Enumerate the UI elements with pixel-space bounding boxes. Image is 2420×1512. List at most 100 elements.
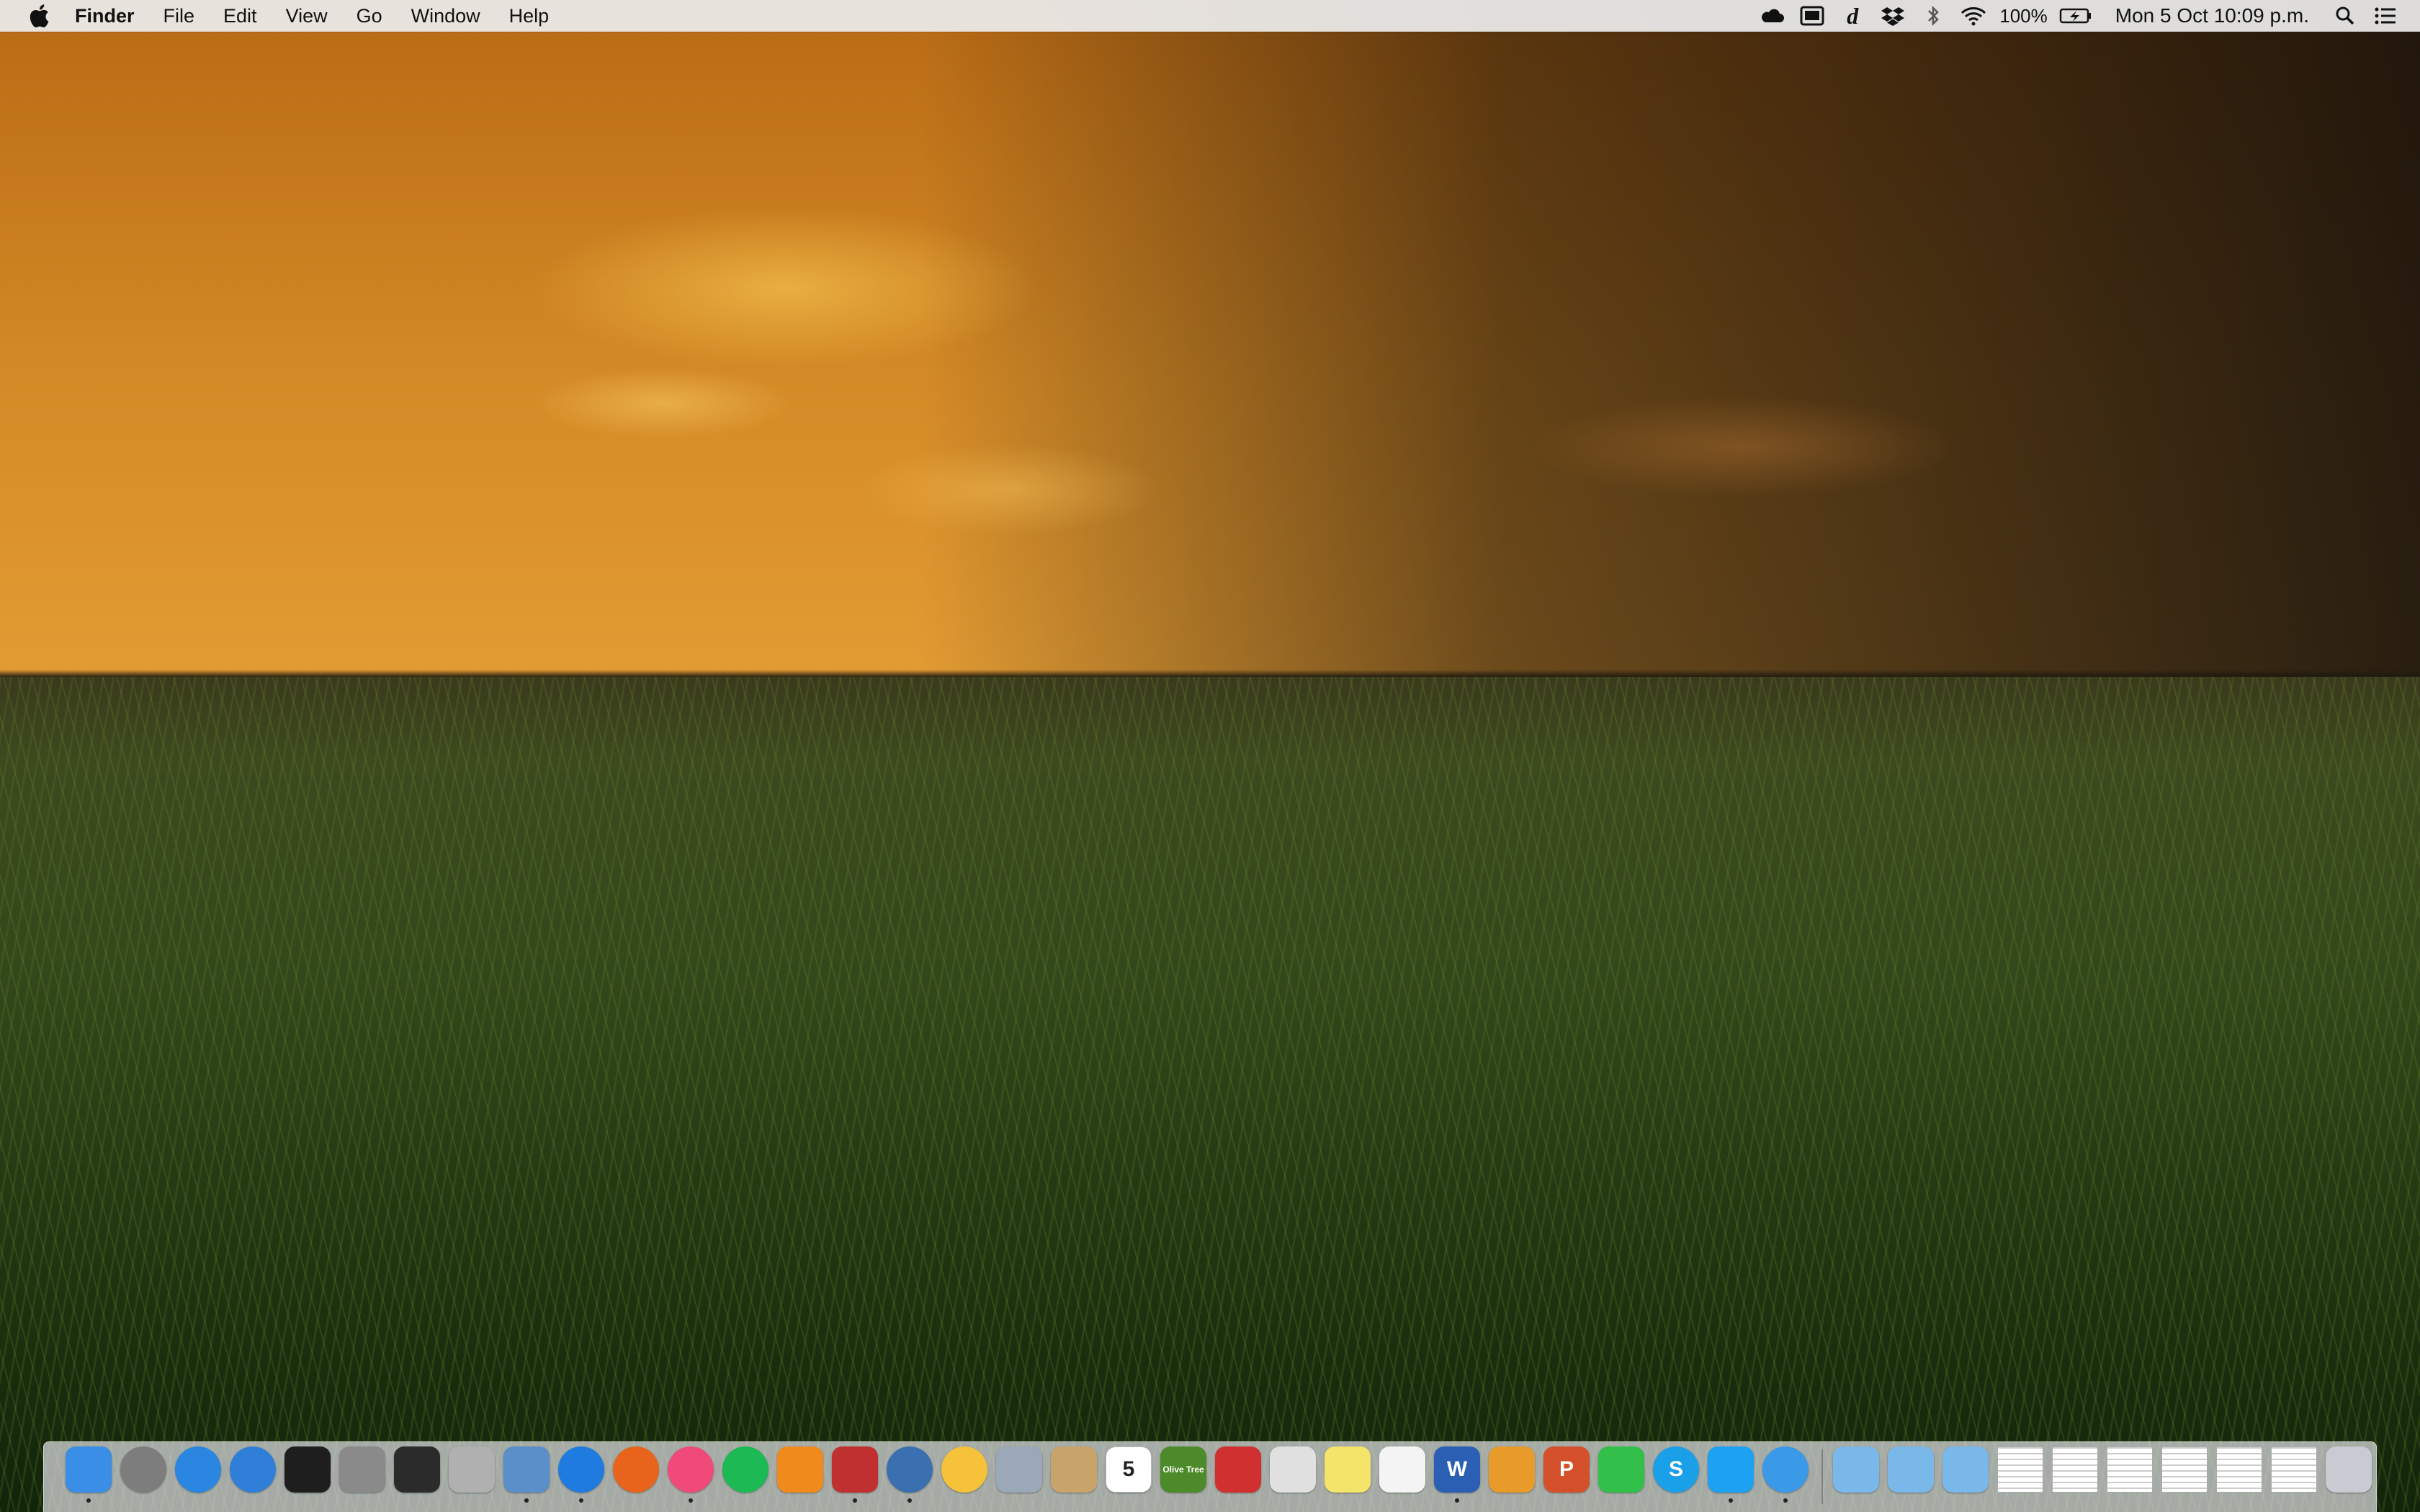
system-preferences-icon xyxy=(120,1446,166,1493)
battery-charging-icon[interactable] xyxy=(2059,0,2092,32)
running-indicator xyxy=(1783,1498,1788,1503)
battery-percent[interactable]: 100% xyxy=(1999,5,2048,27)
dictionary-icon[interactable]: d xyxy=(1838,0,1867,32)
calendar-icon: 5 xyxy=(1106,1446,1152,1493)
powerpoint-icon: P xyxy=(1543,1446,1590,1493)
messages-facetime-dock-item[interactable] xyxy=(1598,1446,1644,1508)
running-indicator xyxy=(689,1498,693,1503)
twitter-dock-item[interactable] xyxy=(1708,1446,1754,1508)
safari-dock-item[interactable] xyxy=(558,1446,604,1508)
screen-mirroring-icon[interactable] xyxy=(1798,0,1827,32)
script-editor-dock-item[interactable] xyxy=(832,1446,878,1508)
dock-item-label: Olive Tree xyxy=(1162,1464,1204,1475)
quicktime-icon xyxy=(887,1446,933,1493)
menu-edit[interactable]: Edit xyxy=(223,5,257,27)
preview-icon xyxy=(503,1446,550,1493)
spotify-dock-item[interactable] xyxy=(722,1446,768,1508)
downloads-folder-dock-item[interactable] xyxy=(1942,1446,1989,1508)
wifi-icon[interactable] xyxy=(1959,0,1988,32)
running-indicator xyxy=(1455,1498,1459,1503)
firefox-icon xyxy=(613,1446,659,1493)
spotlight-search-icon[interactable] xyxy=(2331,0,2360,32)
contacts-dock-item[interactable] xyxy=(1051,1446,1097,1508)
parallels-icon xyxy=(1215,1446,1261,1493)
calendar-dock-item[interactable]: 5 xyxy=(1106,1446,1152,1508)
olive-tree-icon: Olive Tree xyxy=(1160,1446,1206,1493)
disk-utility-dock-item[interactable] xyxy=(449,1446,495,1508)
app-store-dock-item[interactable] xyxy=(175,1446,221,1508)
preview-dock-item[interactable] xyxy=(503,1446,550,1508)
photos-icon xyxy=(941,1446,987,1493)
contacts-icon xyxy=(1051,1446,1097,1493)
menu-window[interactable]: Window xyxy=(411,5,480,27)
word-dock-item[interactable]: W xyxy=(1434,1446,1480,1508)
powerpoint-dock-item[interactable]: P xyxy=(1543,1446,1590,1508)
stickies-dock-item[interactable] xyxy=(1325,1446,1371,1508)
trash-dock-item[interactable] xyxy=(2326,1446,2372,1508)
spreadsheet-document-icon xyxy=(2107,1446,2153,1493)
spreadsheet-document-dock-item[interactable] xyxy=(2107,1446,2153,1508)
activity-monitor-dock-item[interactable] xyxy=(394,1446,440,1508)
menu-help[interactable]: Help xyxy=(509,5,550,27)
skype-dock-item[interactable]: S xyxy=(1653,1446,1699,1508)
dock-item-label: W xyxy=(1446,1457,1468,1481)
image-capture-icon xyxy=(996,1446,1042,1493)
screenshot-document-2-icon xyxy=(2216,1446,2262,1493)
itunes-icon xyxy=(668,1446,714,1493)
reminders-dock-item[interactable] xyxy=(1379,1446,1425,1508)
applications-folder-dock-item[interactable] xyxy=(1888,1446,1934,1508)
web-page-document-dock-item[interactable] xyxy=(2271,1446,2317,1508)
documents-folder-dock-item[interactable] xyxy=(1833,1446,1879,1508)
running-indicator xyxy=(579,1498,583,1503)
screenshot-document-2-dock-item[interactable] xyxy=(2216,1446,2262,1508)
instruments-dock-item[interactable] xyxy=(339,1446,385,1508)
finder-icon xyxy=(66,1446,112,1493)
dock-item-label: P xyxy=(1559,1457,1574,1481)
table-document-dock-item[interactable] xyxy=(2161,1446,2208,1508)
dock: 5 Olive Tree W P S xyxy=(43,1441,2377,1512)
image-capture-dock-item[interactable] xyxy=(996,1446,1042,1508)
applications-folder-icon xyxy=(1888,1446,1934,1493)
chat-bubble-icon xyxy=(1762,1446,1809,1493)
menu-bar: Finder File Edit View Go Window Help d 1… xyxy=(0,0,2420,32)
system-preferences-dock-item[interactable] xyxy=(120,1446,166,1508)
bluetooth-icon[interactable] xyxy=(1919,0,1948,32)
documents-folder-icon xyxy=(1833,1446,1879,1493)
web-page-document-icon xyxy=(2271,1446,2317,1493)
menu-go[interactable]: Go xyxy=(357,5,382,27)
itunes-dock-item[interactable] xyxy=(668,1446,714,1508)
menu-file[interactable]: File xyxy=(163,5,195,27)
menu-app-finder[interactable]: Finder xyxy=(75,5,135,27)
parallels-dock-item[interactable] xyxy=(1215,1446,1261,1508)
menu-clock[interactable]: Mon 5 Oct 10:09 p.m. xyxy=(2115,4,2309,27)
word-document-icon xyxy=(1997,1446,2043,1493)
pages-pen-icon xyxy=(1270,1446,1316,1493)
wifi-diagnostics-dock-item[interactable] xyxy=(230,1446,276,1508)
chat-bubble-dock-item[interactable] xyxy=(1762,1446,1809,1508)
pages-pen-dock-item[interactable] xyxy=(1270,1446,1316,1508)
menu-view[interactable]: View xyxy=(286,5,328,27)
running-indicator xyxy=(86,1498,91,1503)
firefox-dock-item[interactable] xyxy=(613,1446,659,1508)
wifi-diagnostics-icon xyxy=(230,1446,276,1493)
dock-item-label: 5 xyxy=(1122,1457,1135,1481)
dropbox-icon[interactable] xyxy=(1878,0,1907,32)
trash-icon xyxy=(2326,1446,2372,1493)
notification-center-icon[interactable] xyxy=(2371,0,2400,32)
safari-icon xyxy=(558,1446,604,1493)
onedrive-icon[interactable] xyxy=(1757,0,1786,32)
word-document-dock-item[interactable] xyxy=(1997,1446,2043,1508)
terminal-dock-item[interactable] xyxy=(284,1446,331,1508)
apple-menu-icon[interactable] xyxy=(24,0,53,32)
photos-dock-item[interactable] xyxy=(941,1446,987,1508)
olive-tree-dock-item[interactable]: Olive Tree xyxy=(1160,1446,1206,1508)
terminal-icon xyxy=(284,1446,331,1493)
quicktime-dock-item[interactable] xyxy=(887,1446,933,1508)
ibooks-dock-item[interactable] xyxy=(777,1446,823,1508)
numbers-icon xyxy=(1489,1446,1535,1493)
numbers-dock-item[interactable] xyxy=(1489,1446,1535,1508)
table-document-icon xyxy=(2161,1446,2208,1493)
running-indicator xyxy=(524,1498,529,1503)
screenshot-document-dock-item[interactable] xyxy=(2052,1446,2098,1508)
finder-dock-item[interactable] xyxy=(66,1446,112,1508)
